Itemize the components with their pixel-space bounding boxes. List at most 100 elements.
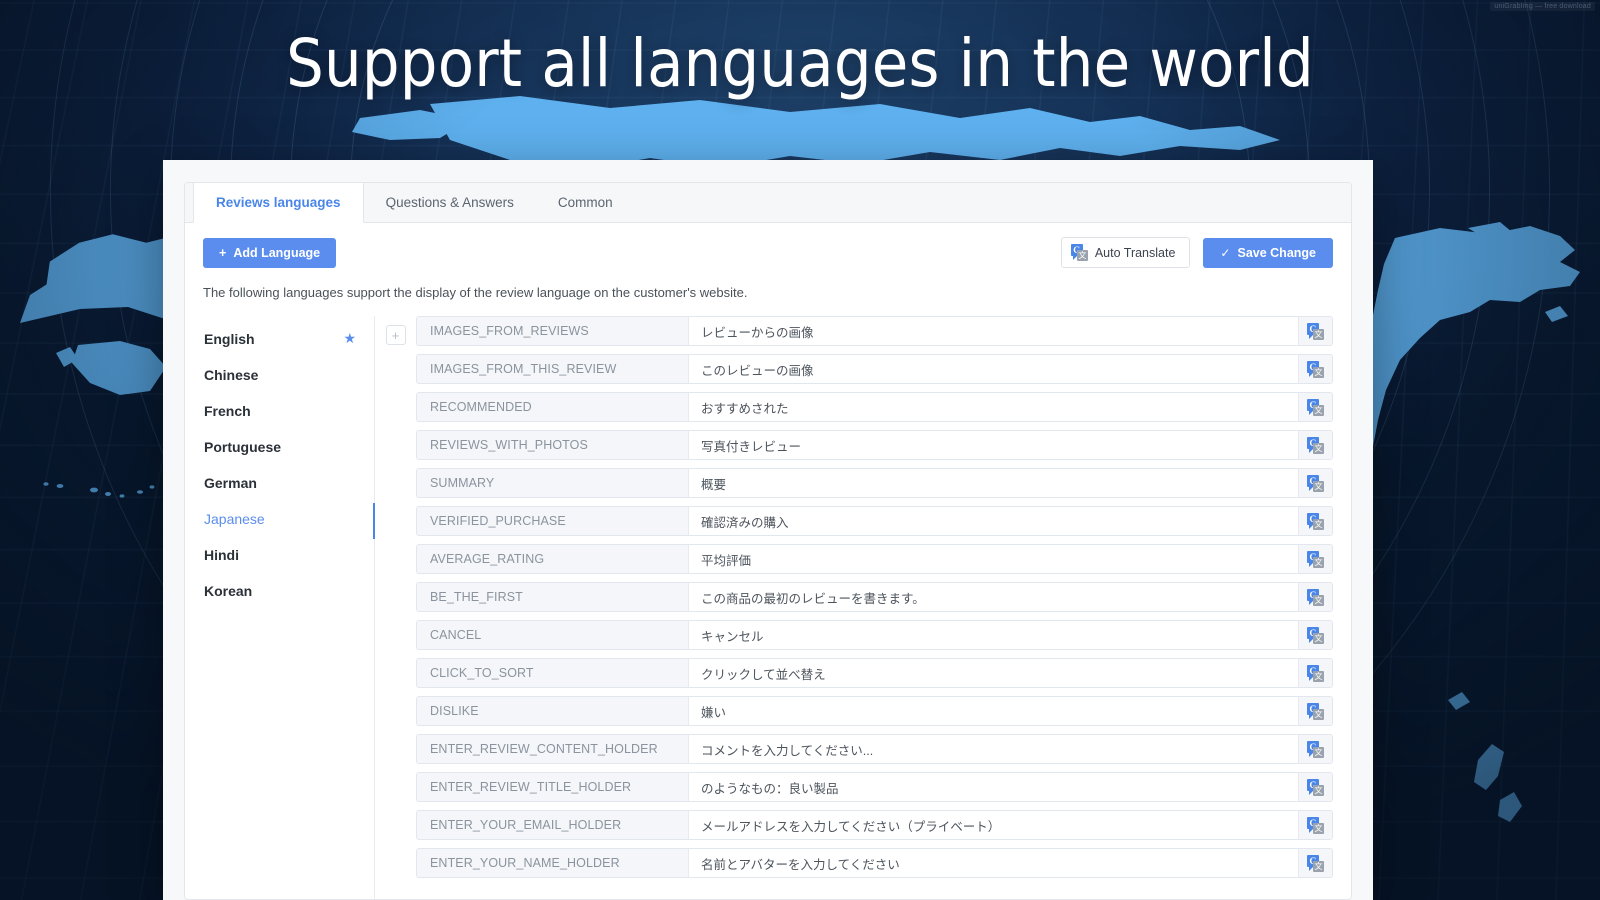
google-translate-icon: G文 [1307,664,1324,682]
language-item-korean[interactable]: Korean [203,573,374,609]
translation-value-input[interactable]: このレビューの画像 [689,355,1298,383]
save-change-button[interactable]: ✓ Save Change [1203,237,1333,268]
google-translate-icon: G文 [1307,854,1324,872]
google-translate-icon: G文 [1307,702,1324,720]
toolbar: + Add Language G文 Auto Translate ✓ Save … [203,237,1333,268]
row-translate-button[interactable]: G文 [1298,735,1332,763]
translation-row: REVIEWS_WITH_PHOTOS写真付きレビュー G文 [416,430,1333,460]
google-translate-icon: G文 [1070,244,1088,261]
translation-key: AVERAGE_RATING [417,545,689,573]
app-window: Reviews languages Questions & Answers Co… [163,160,1373,900]
language-item-hindi[interactable]: Hindi [203,537,374,573]
translation-key: CANCEL [417,621,689,649]
translation-value-input[interactable]: 確認済みの購入 [689,507,1298,535]
google-translate-icon: G文 [1307,626,1324,644]
translation-row: ENTER_YOUR_NAME_HOLDER名前とアバターを入力してください G文 [416,848,1333,878]
translation-row: AVERAGE_RATING平均評価 G文 [416,544,1333,574]
translation-row: ENTER_REVIEW_CONTENT_HOLDER コメントを入力してください… [416,734,1333,764]
translation-key: IMAGES_FROM_THIS_REVIEW [417,355,689,383]
translation-row: CANCELキャンセル G文 [416,620,1333,650]
row-translate-button[interactable]: G文 [1298,545,1332,573]
row-translate-button[interactable]: G文 [1298,811,1332,839]
translation-value-input[interactable]: メールアドレスを入力してください（プライベート） [689,811,1298,839]
google-translate-icon: G文 [1307,360,1324,378]
add-language-column: + [375,316,416,899]
translation-row: IMAGES_FROM_THIS_REVIEWこのレビューの画像 G文 [416,354,1333,384]
language-item-french[interactable]: French [203,393,374,429]
translation-key: VERIFIED_PURCHASE [417,507,689,535]
translation-key: IMAGES_FROM_REVIEWS [417,317,689,345]
language-item-label: German [204,475,257,491]
tab-bar: Reviews languages Questions & Answers Co… [185,183,1351,223]
google-translate-icon: G文 [1307,322,1324,340]
row-translate-button[interactable]: G文 [1298,697,1332,725]
add-language-button[interactable]: + Add Language [203,237,337,268]
row-translate-button[interactable]: G文 [1298,393,1332,421]
translation-key: BE_THE_FIRST [417,583,689,611]
row-translate-button[interactable]: G文 [1298,583,1332,611]
tab-questions-answers[interactable]: Questions & Answers [364,183,536,223]
translation-row: VERIFIED_PURCHASE確認済みの購入 G文 [416,506,1333,536]
google-translate-icon: G文 [1307,550,1324,568]
translation-value-input[interactable]: 平均評価 [689,545,1298,573]
translation-value-input[interactable]: コメントを入力してください... [689,735,1298,763]
language-item-german[interactable]: German [203,465,374,501]
translation-row: ENTER_YOUR_EMAIL_HOLDER メールアドレスを入力してください（… [416,810,1333,840]
row-translate-button[interactable]: G文 [1298,431,1332,459]
row-translate-button[interactable]: G文 [1298,355,1332,383]
translation-key: CLICK_TO_SORT [417,659,689,687]
plus-icon: + [219,245,227,260]
tab-common[interactable]: Common [536,183,635,223]
translation-row: ENTER_REVIEW_TITLE_HOLDERのようなもの：良い製品 G文 [416,772,1333,802]
google-translate-icon: G文 [1307,512,1324,530]
translation-key: DISLIKE [417,697,689,725]
row-translate-button[interactable]: G文 [1298,621,1332,649]
row-translate-button[interactable]: G文 [1298,659,1332,687]
language-item-portuguese[interactable]: Portuguese [203,429,374,465]
default-language-star-icon[interactable]: ★ [343,330,356,347]
translation-row: RECOMMENDEDおすすめされた G文 [416,392,1333,422]
auto-translate-button[interactable]: G文 Auto Translate [1060,237,1191,268]
tab-reviews-languages[interactable]: Reviews languages [193,183,364,223]
language-item-label: Portuguese [204,439,282,455]
translation-value-input[interactable]: レビューからの画像 [689,317,1298,345]
google-translate-icon: G文 [1307,740,1324,758]
auto-translate-label: Auto Translate [1094,245,1176,260]
tab-label: Reviews languages [216,195,341,210]
tab-label: Common [557,195,613,210]
translation-value-input[interactable]: 嫌い [689,697,1298,725]
google-translate-icon: G文 [1307,816,1324,834]
add-key-button[interactable]: + [385,325,406,345]
language-list: English ★ Chinese French Portuguese German Jap… [203,316,375,899]
row-translate-button[interactable]: G文 [1298,773,1332,801]
translation-key: ENTER_REVIEW_TITLE_HOLDER [417,773,689,801]
translation-value-input[interactable]: 写真付きレビュー [689,431,1298,459]
row-translate-button[interactable]: G文 [1298,849,1332,877]
translation-value-input[interactable]: おすすめされた [689,393,1298,421]
row-translate-button[interactable]: G文 [1298,469,1332,497]
translation-key: SUMMARY [417,469,689,497]
row-translate-button[interactable]: G文 [1298,507,1332,535]
watermark-label: uniGrabImg — free download [1490,2,1595,11]
translation-key: REVIEWS_WITH_PHOTOS [417,431,689,459]
check-icon: ✓ [1220,245,1231,260]
google-translate-icon: G文 [1307,778,1324,796]
translation-row: SUMMARY概要 G文 [416,468,1333,498]
translation-key: ENTER_REVIEW_CONTENT_HOLDER [417,735,689,763]
translation-value-input[interactable]: のようなもの：良い製品 [689,773,1298,801]
translation-value-input[interactable]: クリックして並べ替え [689,659,1298,687]
language-item-english[interactable]: English ★ [203,320,374,357]
language-item-chinese[interactable]: Chinese [203,357,374,393]
translation-value-input[interactable]: キャンセル [689,621,1298,649]
translation-value-input[interactable]: この商品の最初のレビューを書きます。 [689,583,1298,611]
translation-value-input[interactable]: 概要 [689,469,1298,497]
language-item-label: Japanese [204,511,265,527]
translation-value-input[interactable]: 名前とアバターを入力してください [689,849,1298,877]
settings-panel: Reviews languages Questions & Answers Co… [184,182,1352,900]
google-translate-icon: G文 [1307,398,1324,416]
language-item-japanese[interactable]: Japanese [203,501,375,539]
toolbar-right-group: G文 Auto Translate ✓ Save Change [1060,237,1333,268]
row-translate-button[interactable]: G文 [1298,317,1332,345]
add-language-label: Add Language [233,245,321,260]
language-item-label: Hindi [204,547,239,563]
